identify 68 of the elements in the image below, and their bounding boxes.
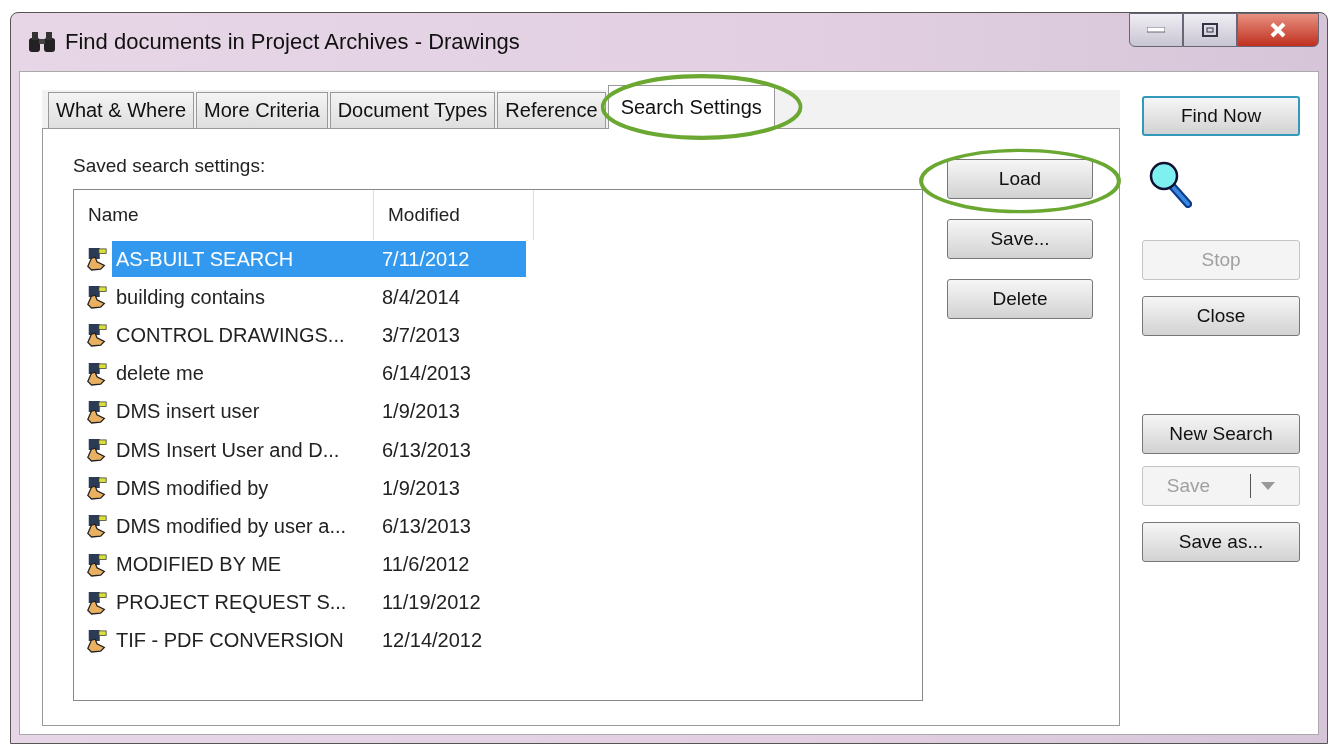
list-row[interactable]: delete me 6/14/2013 xyxy=(112,355,526,392)
search-icon xyxy=(1148,160,1192,208)
search-name: DMS modified by user a... xyxy=(115,514,348,538)
tab[interactable]: What & Where xyxy=(48,92,195,128)
maximize-button[interactable] xyxy=(1183,13,1237,47)
restore-icon xyxy=(1202,23,1218,37)
search-name: MODIFIED BY ME xyxy=(115,553,283,577)
close-button[interactable] xyxy=(1237,13,1319,47)
window-title: Find documents in Project Archives - Drawings xyxy=(65,29,520,55)
modified-date: 6/13/2013 xyxy=(382,438,471,462)
dropdown-caret-icon xyxy=(1261,482,1276,490)
list-row[interactable]: DMS Insert User and D... 6/13/2013 xyxy=(112,432,526,469)
column-header[interactable]: Modified xyxy=(374,190,534,240)
column-header[interactable]: Name xyxy=(74,190,374,240)
search-name: DMS Insert User and D... xyxy=(115,438,341,462)
settings-button[interactable]: Load xyxy=(947,159,1093,199)
list-row[interactable]: building contains 8/4/2014 xyxy=(112,279,526,316)
modified-date: 1/9/2013 xyxy=(382,400,460,424)
tab[interactable]: Document Types xyxy=(329,92,496,128)
saved-settings-label: Saved search settings: xyxy=(73,155,267,177)
action-button[interactable]: Close xyxy=(1142,296,1300,336)
tab[interactable]: Reference xyxy=(497,92,606,128)
search-name: building contains xyxy=(115,285,266,309)
modified-date: 11/19/2012 xyxy=(382,591,481,615)
action-button[interactable]: Save as... xyxy=(1142,522,1300,562)
modified-date: 6/14/2013 xyxy=(382,362,471,386)
modified-date: 11/6/2012 xyxy=(382,553,470,577)
tab[interactable]: Search Settings xyxy=(607,85,775,129)
saved-search-icon xyxy=(86,476,108,501)
modified-date: 12/14/2012 xyxy=(382,629,483,653)
search-name: AS-BUILT SEARCH xyxy=(115,247,295,271)
saved-search-icon xyxy=(86,285,108,310)
list-row[interactable]: DMS insert user 1/9/2013 xyxy=(112,393,526,430)
search-name: delete me xyxy=(115,362,205,386)
saved-search-icon xyxy=(86,552,108,577)
search-name: DMS insert user xyxy=(115,400,261,424)
saved-search-icon xyxy=(86,514,108,539)
minimize-button[interactable] xyxy=(1129,13,1183,47)
modified-date: 7/11/2012 xyxy=(382,247,470,271)
saved-search-icon xyxy=(86,399,108,424)
saved-search-icon xyxy=(86,438,108,463)
minimize-icon xyxy=(1147,27,1165,33)
saved-search-icon xyxy=(86,628,108,653)
search-name: CONTROL DRAWINGS... xyxy=(115,323,346,347)
search-name: TIF - PDF CONVERSION xyxy=(115,629,345,653)
action-button[interactable]: New Search xyxy=(1142,414,1300,454)
settings-button[interactable]: Save... xyxy=(947,219,1093,259)
modified-date: 8/4/2014 xyxy=(382,285,460,309)
list-row[interactable]: MODIFIED BY ME 11/6/2012 xyxy=(112,546,526,583)
search-name: DMS modified by xyxy=(115,476,270,500)
binoculars-icon xyxy=(27,30,57,54)
list-row[interactable]: PROJECT REQUEST S... 11/19/2012 xyxy=(112,584,526,621)
modified-date: 3/7/2013 xyxy=(382,323,460,347)
modified-date: 6/13/2013 xyxy=(382,514,471,538)
close-icon xyxy=(1269,22,1287,38)
settings-button[interactable]: Delete xyxy=(947,279,1093,319)
saved-search-icon xyxy=(86,247,108,272)
modified-date: 1/9/2013 xyxy=(382,476,460,500)
list-row[interactable]: CONTROL DRAWINGS... 3/7/2013 xyxy=(112,317,526,354)
tab[interactable]: More Criteria xyxy=(196,92,328,128)
list-row[interactable]: TIF - PDF CONVERSION 12/14/2012 xyxy=(112,622,526,659)
find-now-button[interactable]: Find Now xyxy=(1142,96,1300,136)
saved-search-icon xyxy=(86,590,108,615)
list-row[interactable]: DMS modified by 1/9/2013 xyxy=(112,470,526,507)
saved-search-icon xyxy=(86,323,108,348)
saved-search-icon xyxy=(86,361,108,386)
list-row[interactable]: DMS modified by user a... 6/13/2013 xyxy=(112,508,526,545)
search-name: PROJECT REQUEST S... xyxy=(115,591,348,615)
